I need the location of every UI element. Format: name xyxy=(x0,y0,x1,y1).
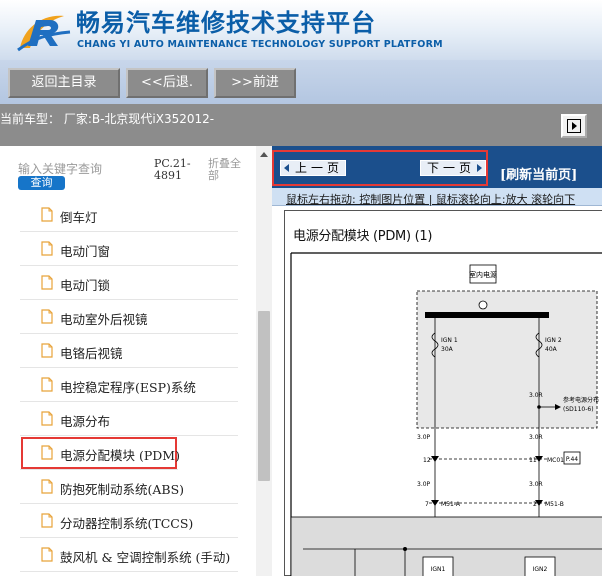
document-icon xyxy=(41,513,53,528)
fuse-ign1-amp: 30A xyxy=(441,346,454,353)
tree-item-label: 电源分配模块 (PDM) xyxy=(60,448,180,463)
scrollbar-thumb[interactable] xyxy=(258,311,270,481)
current-car-label: 当前车型： 厂家:B-北京现代iX352012- xyxy=(0,112,215,126)
diagram-canvas: 室内电源 IGN 1 30A IGN 2 40A 3.0R 参考电源分布 (SD… xyxy=(290,252,602,576)
ref-text: 参考电源分布 xyxy=(563,396,599,404)
document-icon xyxy=(41,309,53,324)
tree-item[interactable]: 电源分配模块 (PDM) xyxy=(20,436,180,470)
wire-left-top: 3.0P xyxy=(417,434,431,441)
tree-item-label: 电源分布 xyxy=(60,414,111,429)
document-viewer: 上一页 下一页 [刷新当前页] 鼠标左右拖动: 控制图片位置 | 鼠标滚轮向上:… xyxy=(272,146,602,576)
app-title: 畅易汽车维修技术支持平台 xyxy=(76,9,376,37)
tree-item-label: 防抱死制动系统(ABS) xyxy=(60,482,185,497)
tree-item[interactable]: 电动门窗 xyxy=(20,232,238,266)
wire-left-mid: 3.0P xyxy=(417,481,431,488)
connector-mc01: MC01 xyxy=(547,457,564,464)
document-icon xyxy=(41,445,53,460)
connector-m51-a: M51-A xyxy=(441,501,461,508)
tree-item-label: 倒车灯 xyxy=(60,210,98,225)
collapse-all-link[interactable]: 折叠全部 xyxy=(208,158,248,182)
junction-connector xyxy=(478,300,488,310)
document-icon xyxy=(41,241,53,256)
pc-code: PC.21-4891 xyxy=(154,157,191,182)
logo-icon xyxy=(17,15,71,52)
document-icon xyxy=(41,207,53,222)
document-icon xyxy=(41,275,53,290)
fuse-ign2-amp: 40A xyxy=(545,346,558,353)
refresh-page-link[interactable]: [刷新当前页] xyxy=(500,164,577,183)
tree-item[interactable]: 分动器控制系统(TCCS) xyxy=(20,504,238,538)
relay-ign1-label: IGN1 xyxy=(431,566,446,573)
pin-left2-icon xyxy=(431,500,439,506)
document-icon xyxy=(41,547,53,562)
pin-left2: 7 xyxy=(425,501,429,508)
tree-item[interactable]: 鼓风机 & 空调控制系统 (手动) xyxy=(20,538,238,572)
tree-item[interactable]: 电动室外后视镜 xyxy=(20,300,238,334)
main-toolbar: 返回主目录 <<后退. >>前进 xyxy=(0,60,602,104)
tree-list: 倒车灯电动门窗电动门锁电动室外后视镜 电铬后视镜电控稳定程序(ESP)系统 电源分布… xyxy=(20,198,238,576)
bus-bar xyxy=(425,312,549,318)
forward-button[interactable]: >>前进 xyxy=(214,68,296,98)
fuse-ign1-label: IGN 1 xyxy=(441,337,458,344)
tree-item-label: 电控稳定程序(ESP)系统 xyxy=(60,380,196,395)
indoor-box-label: 室内电源 xyxy=(469,270,497,279)
scroll-up-icon[interactable] xyxy=(260,152,268,157)
nav-highlight-box xyxy=(272,150,488,186)
hint-bar: 鼠标左右拖动: 控制图片位置 | 鼠标滚轮向上:放大 滚轮向下 xyxy=(272,188,602,206)
document-icon xyxy=(41,479,53,494)
pin-right: 11 xyxy=(529,457,537,464)
document-icon xyxy=(41,377,53,392)
tree-item[interactable]: 电源分布 xyxy=(20,402,238,436)
document-icon xyxy=(41,411,53,426)
catalog-sidebar: 输入关键字查询 查询 PC.21-4891 折叠全部 倒车灯电动门窗电动门锁电动… xyxy=(0,146,272,576)
tree-item[interactable]: 电铬后视镜 xyxy=(20,334,238,368)
document-icon xyxy=(41,343,53,358)
search-label[interactable]: 输入关键字查询 xyxy=(18,160,102,177)
tree-item[interactable]: 电动门锁 xyxy=(20,266,238,300)
connector-m51-b: M51-B xyxy=(545,501,564,508)
fuse-ign2-label: IGN 2 xyxy=(545,337,562,344)
page-ref: P.44 xyxy=(566,456,578,463)
wire-right-mid: 3.0R xyxy=(529,434,543,441)
viewer-nav-bar: 上一页 下一页 [刷新当前页] xyxy=(272,146,602,188)
wire-right-mid2: 3.0R xyxy=(529,481,543,488)
ref-code: (SD110-6) xyxy=(563,406,594,413)
tree-item-label: 鼓风机 & 空调控制系统 (手动) xyxy=(60,550,231,565)
tree-item[interactable]: 倒车灯 xyxy=(20,198,238,232)
pin-left: 12 xyxy=(423,457,431,464)
expand-panel-button[interactable] xyxy=(561,114,587,138)
wire-right-top: 3.0R xyxy=(529,392,543,399)
tree-item-label: 电动门窗 xyxy=(60,244,111,259)
tree-item-label: 电铬后视镜 xyxy=(60,346,123,361)
back-button[interactable]: <<后退. xyxy=(126,68,208,98)
tree-item-label: 分动器控制系统(TCCS) xyxy=(60,516,194,531)
home-button[interactable]: 返回主目录 xyxy=(8,68,120,98)
mouse-hint: 鼠标左右拖动: 控制图片位置 | 鼠标滚轮向上:放大 滚轮向下 xyxy=(286,193,576,206)
tree-item[interactable]: 电控稳定程序(ESP)系统 xyxy=(20,368,238,402)
tree-item-label: 电动门锁 xyxy=(60,278,111,293)
tree-item[interactable]: 防抱死制动系统(ABS) xyxy=(20,470,238,504)
pin-left-icon xyxy=(431,456,439,462)
wiring-diagram[interactable]: 电源分配模块 (PDM) (1) 室内电源 IGN 1 30A IGN 2 40… xyxy=(284,210,602,576)
sidebar-scrollbar[interactable] xyxy=(256,146,272,576)
app-header: 畅易汽车维修技术支持平台 CHANG YI AUTO MAINTENANCE T… xyxy=(0,0,602,60)
expand-arrow-icon xyxy=(567,119,581,133)
search-button[interactable]: 查询 xyxy=(18,176,65,190)
app-subtitle: CHANG YI AUTO MAINTENANCE TECHNOLOGY SUP… xyxy=(77,39,443,50)
tree-item-label: 电动室外后视镜 xyxy=(60,312,148,327)
status-bar: 当前车型： 厂家:B-北京现代iX352012- xyxy=(0,104,602,146)
relay-ign2-label: IGN2 xyxy=(533,566,548,573)
